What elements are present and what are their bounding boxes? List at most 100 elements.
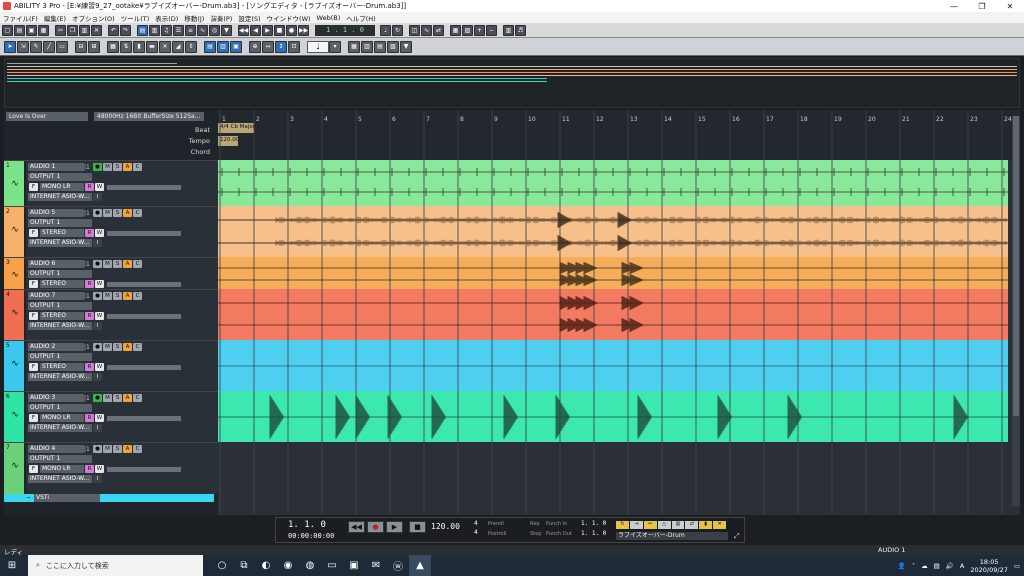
- read-button[interactable]: R: [85, 183, 94, 191]
- mute-button[interactable]: M: [103, 292, 112, 300]
- freeze-button[interactable]: F: [29, 280, 38, 288]
- volume-slider[interactable]: [107, 466, 181, 472]
- insert-button[interactable]: I: [93, 193, 102, 201]
- maximize-button[interactable]: ❐: [968, 2, 996, 11]
- input-select[interactable]: INTERNET ASIO-W...: [28, 424, 92, 432]
- marker-icon[interactable]: ▮: [699, 521, 713, 529]
- zoom-fit-icon[interactable]: ⊡: [288, 40, 300, 53]
- record-arm-button[interactable]: ●: [93, 209, 102, 217]
- write-button[interactable]: W: [95, 363, 104, 371]
- tempo-display[interactable]: 120.00: [431, 522, 460, 531]
- menu-window[interactable]: ウインドウ(W): [264, 13, 314, 23]
- play-button[interactable]: ▶: [386, 521, 403, 533]
- solo-button[interactable]: S: [113, 343, 122, 351]
- snap-icon[interactable]: ▧: [462, 24, 473, 36]
- menu-help[interactable]: ヘルプ(H): [343, 13, 378, 23]
- mute-button[interactable]: M: [103, 163, 112, 171]
- read-button[interactable]: R: [85, 465, 94, 473]
- beat-denominator[interactable]: 4: [474, 529, 478, 536]
- minimize-button[interactable]: —: [940, 2, 968, 11]
- channel-button[interactable]: C: [133, 292, 142, 300]
- track-name[interactable]: AUDIO 6: [28, 260, 84, 268]
- track-row[interactable]: 3 ∿ AUDIO 6 |1 ● M S A C OUTPUT 1 F STEREO R W: [4, 257, 218, 289]
- zoom-h-icon[interactable]: ↔: [262, 40, 274, 53]
- channel-mode[interactable]: MONO LR: [40, 465, 84, 473]
- volume-slider[interactable]: [107, 364, 181, 370]
- freeze-button[interactable]: F: [29, 414, 38, 422]
- return-icon[interactable]: ↩: [643, 521, 657, 529]
- solo-button[interactable]: S: [113, 260, 122, 268]
- automation-button[interactable]: A: [123, 163, 132, 171]
- output-select[interactable]: OUTPUT 1: [28, 270, 92, 278]
- marker-view-icon[interactable]: ▼: [400, 40, 412, 53]
- velocity-icon[interactable]: ▮: [133, 40, 145, 53]
- track-row[interactable]: 1 ∿ AUDIO 1 |1 ● M S A C OUTPUT 1 F MONO LR R W I…: [4, 160, 218, 206]
- back-icon[interactable]: ◀: [250, 24, 261, 36]
- menu-settings[interactable]: 設定(S): [235, 13, 263, 23]
- channel-mode[interactable]: STEREO: [40, 312, 84, 320]
- length-icon[interactable]: ▬: [146, 40, 158, 53]
- firefox-icon[interactable]: ◍: [299, 555, 321, 576]
- insert-button[interactable]: I: [93, 239, 102, 247]
- note-value-select[interactable]: ♩: [307, 40, 329, 53]
- input-select[interactable]: INTERNET ASIO-W...: [28, 475, 92, 483]
- channel-mode[interactable]: STEREO: [40, 229, 84, 237]
- output-select[interactable]: OUTPUT 1: [28, 404, 92, 412]
- channel-mode[interactable]: MONO LR: [40, 414, 84, 422]
- windows-start-icon[interactable]: ⊞: [0, 555, 24, 576]
- user-icon[interactable]: 👤: [898, 562, 906, 570]
- app-w-icon[interactable]: ⓦ: [387, 555, 409, 576]
- forward-icon[interactable]: ▶▶: [298, 24, 309, 36]
- punch-out-value[interactable]: 1. 1. 0: [581, 530, 606, 537]
- close-icon[interactable]: ✕: [713, 521, 726, 529]
- beat-icon[interactable]: ▤: [374, 40, 386, 53]
- volume-slider[interactable]: [107, 281, 181, 287]
- record-button[interactable]: ●: [367, 521, 384, 533]
- beat-numerator[interactable]: 4: [474, 520, 478, 527]
- record-arm-button[interactable]: ●: [93, 163, 102, 171]
- new-file-icon[interactable]: ▢: [2, 24, 13, 36]
- menu-file[interactable]: ファイル(F): [0, 13, 41, 23]
- read-button[interactable]: R: [85, 312, 94, 320]
- list-editor-icon[interactable]: ≡: [185, 24, 196, 36]
- paste-icon[interactable]: ▥: [79, 24, 90, 36]
- write-button[interactable]: W: [95, 414, 104, 422]
- insert-button[interactable]: I: [93, 322, 102, 330]
- solo-button[interactable]: S: [113, 394, 122, 402]
- channel-button[interactable]: C: [133, 343, 142, 351]
- read-button[interactable]: R: [85, 280, 94, 288]
- volume-slider[interactable]: [107, 313, 181, 319]
- mute-button[interactable]: M: [103, 343, 112, 351]
- eraser-tool-icon[interactable]: ▭: [56, 40, 68, 53]
- chrome-icon[interactable]: ◉: [277, 555, 299, 576]
- snap-grid-icon[interactable]: ▦: [348, 40, 360, 53]
- channel-mode[interactable]: STEREO: [40, 280, 84, 288]
- menu-edit[interactable]: 編集(E): [41, 13, 69, 23]
- track-view-icon[interactable]: ▤: [204, 40, 216, 53]
- arrange-view[interactable]: 1 2 3 4 5 6 7 8 9 10 11 12 13 14 15 16 17 18 19 20 21 22 23 24 …: [218, 110, 1020, 515]
- midi-icon[interactable]: ◫: [409, 24, 420, 36]
- close-button[interactable]: ✕: [996, 2, 1024, 11]
- stop-icon[interactable]: ■: [274, 24, 285, 36]
- time-signature[interactable]: 4/4 Cb Major: [220, 124, 255, 130]
- track-name[interactable]: AUDIO 5: [28, 209, 84, 217]
- automation-button[interactable]: A: [123, 343, 132, 351]
- volume-slider[interactable]: [107, 230, 181, 236]
- audio-icon[interactable]: ∿: [421, 24, 432, 36]
- zoom-tool-icon[interactable]: ⊕: [249, 40, 261, 53]
- effect-icon[interactable]: ◎: [209, 24, 220, 36]
- track-name[interactable]: AUDIO 3: [28, 394, 84, 402]
- output-select[interactable]: OUTPUT 1: [28, 353, 92, 361]
- mail-icon[interactable]: ✉: [365, 555, 387, 576]
- input-select[interactable]: INTERNET ASIO-W...: [28, 322, 92, 330]
- solo-button[interactable]: S: [113, 292, 122, 300]
- output-select[interactable]: OUTPUT 1: [28, 173, 92, 181]
- write-button[interactable]: W: [95, 312, 104, 320]
- line-tool-icon[interactable]: ╱: [43, 40, 55, 53]
- vertical-scrollbar[interactable]: [1012, 116, 1020, 506]
- volume-slider[interactable]: [107, 415, 181, 421]
- sync-icon[interactable]: ⇄: [433, 24, 444, 36]
- split-icon[interactable]: ⊟: [75, 40, 87, 53]
- solo-button[interactable]: S: [113, 163, 122, 171]
- channel-button[interactable]: C: [133, 209, 142, 217]
